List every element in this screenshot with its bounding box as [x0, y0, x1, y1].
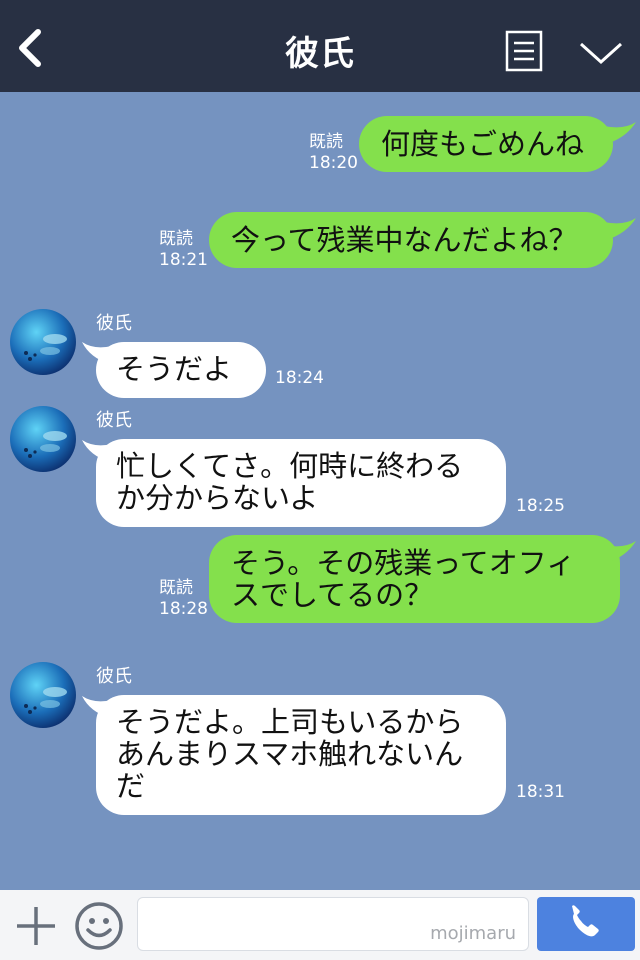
smiley-icon — [75, 902, 123, 950]
message-line: 忙しくてさ。何時に終わる — [116, 449, 464, 483]
message-line: あんまりスマホ触れないん — [116, 737, 464, 771]
avatar[interactable] — [10, 662, 76, 728]
chat-header: 彼氏 — [0, 0, 640, 92]
avatar-image — [10, 406, 76, 472]
message-bubble-incoming[interactable]: そうだよ。上司もいるから あんまりスマホ触れないん だ — [96, 695, 506, 815]
plus-icon — [17, 907, 55, 945]
message-bubble-incoming[interactable]: そうだよ — [96, 342, 266, 398]
message-time: 18:24 — [275, 368, 324, 388]
sender-name: 彼氏 — [96, 313, 132, 334]
emoji-button[interactable] — [74, 901, 124, 951]
message-time: 18:21 — [159, 250, 208, 270]
phone-icon — [572, 905, 599, 937]
message-time: 18:20 — [309, 153, 358, 173]
message-line: だ — [116, 769, 146, 803]
message-bubble-incoming[interactable]: 忙しくてさ。何時に終わる か分からないよ — [96, 439, 506, 527]
bubble-tail — [604, 541, 636, 563]
message-bubble-outgoing[interactable]: 何度もごめんね — [359, 116, 613, 172]
list-icon — [505, 30, 543, 72]
message-text: 何度もごめんね — [381, 127, 585, 161]
watermark: mojimaru — [430, 923, 516, 944]
read-label: 既読 — [159, 578, 193, 598]
message-text: そうだよ — [116, 352, 233, 386]
read-receipt: 既読 18:21 — [159, 229, 208, 271]
avatar-image — [10, 662, 76, 728]
message-bubble-outgoing[interactable]: そう。その残業ってオフィ スでしてるの？ — [209, 535, 620, 623]
avatar[interactable] — [10, 406, 76, 472]
message-time: 18:31 — [516, 782, 565, 802]
message-time: 18:28 — [159, 599, 208, 619]
call-button[interactable] — [537, 897, 635, 951]
message-line: スでしてるの？ — [231, 578, 434, 612]
message-line: か分からないよ — [116, 481, 319, 515]
menu-button[interactable] — [505, 30, 543, 72]
bubble-tail — [604, 218, 636, 240]
expand-button[interactable] — [578, 38, 624, 68]
read-label: 既読 — [159, 229, 193, 249]
chat-title: 彼氏 — [285, 34, 355, 74]
message-text: 今って残業中なんだよね？ — [231, 223, 578, 257]
message-line: そう。その残業ってオフィ — [231, 546, 576, 580]
read-label: 既読 — [309, 132, 343, 152]
message-bubble-outgoing[interactable]: 今って残業中なんだよね？ — [209, 212, 613, 268]
message-line: そうだよ。上司もいるから — [116, 705, 464, 739]
sender-name: 彼氏 — [96, 410, 132, 431]
read-receipt: 既読 18:20 — [309, 132, 358, 174]
message-time: 18:25 — [516, 496, 565, 516]
sender-name: 彼氏 — [96, 666, 132, 687]
chevron-down-icon — [579, 42, 623, 65]
message-input[interactable]: mojimaru — [137, 897, 529, 951]
attach-button[interactable] — [14, 904, 58, 948]
read-receipt: 既読 18:28 — [159, 578, 208, 620]
bubble-tail — [604, 122, 636, 144]
chat-area[interactable]: 既読 18:20 何度もごめんね 既読 18:21 今って残業中なんだよね？ 彼 — [0, 92, 640, 890]
avatar-image — [10, 309, 76, 375]
avatar[interactable] — [10, 309, 76, 375]
